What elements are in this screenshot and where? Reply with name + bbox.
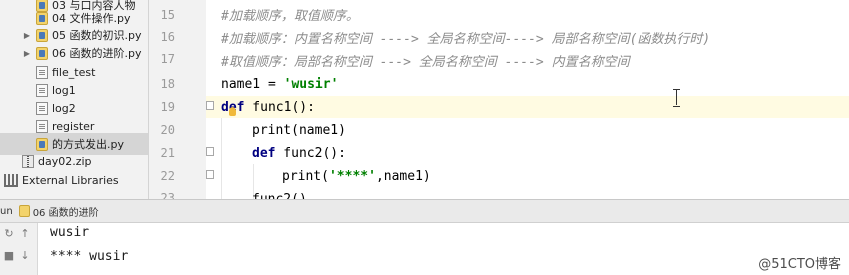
tree-item-label: log2 <box>52 101 76 115</box>
code-text: func1(): <box>244 99 315 115</box>
python-file-icon <box>36 11 48 25</box>
line-number: 20 <box>160 123 175 137</box>
text-file-icon <box>36 101 48 115</box>
keyword: def <box>252 145 276 161</box>
run-tab-title[interactable]: 06 函数的进阶 <box>33 204 99 219</box>
rerun-icon[interactable]: ↻ <box>2 227 16 241</box>
scroll-down-icon[interactable]: ↓ <box>18 249 32 263</box>
code-line: def func2(): <box>206 142 849 164</box>
python-file-icon <box>18 205 30 217</box>
code-line: #加载顺序：内置名称空间 ----> 全局名称空间----> 局部名称空间(函数… <box>206 26 849 48</box>
tree-item-label: 05 函数的初识.py <box>52 29 142 42</box>
code-text: print( <box>282 168 329 184</box>
lightbulb-icon[interactable] <box>229 107 236 116</box>
expand-arrow-icon[interactable]: ▶ <box>22 49 32 58</box>
tree-item-label: 06 函数的进阶.py <box>52 47 142 60</box>
text-cursor-icon <box>673 89 680 107</box>
run-panel-header: un 06 函数的进阶 <box>0 199 849 223</box>
line-number: 16 <box>160 30 175 44</box>
scroll-up-icon[interactable]: ↑ <box>18 227 32 241</box>
text-file-icon <box>36 119 48 133</box>
operator: = <box>260 76 284 92</box>
code-line: print(name1) <box>206 119 849 141</box>
line-number: 22 <box>160 169 175 183</box>
tree-item-label: day02.zip <box>38 154 92 168</box>
variable-name: name1 <box>221 76 261 92</box>
code-line: name1 = 'wusir' <box>206 73 849 95</box>
tree-item[interactable]: External Libraries <box>0 169 148 191</box>
code-text: func2(): <box>275 145 346 161</box>
string-literal: 'wusir' <box>283 76 339 92</box>
string-literal: '****' <box>328 168 376 184</box>
console-line: wusir <box>50 225 90 240</box>
code-line: print('****' ,name1) <box>206 165 849 187</box>
code-line: #取值顺序：局部名称空间 ---> 全局名称空间 ----> 内置名称空间 <box>206 49 849 71</box>
comment-text: #取值顺序：局部名称空间 ---> 全局名称空间 ----> 内置名称空间 <box>221 54 630 70</box>
python-file-icon <box>36 28 48 42</box>
comment-text: #加载顺序：内置名称空间 ----> 全局名称空间----> 局部名称空间(函数… <box>221 31 711 47</box>
tree-item-label: log1 <box>52 83 76 97</box>
run-label: un <box>0 205 13 217</box>
python-file-icon <box>36 46 48 60</box>
line-number: 21 <box>160 146 175 160</box>
line-number: 18 <box>160 77 175 91</box>
line-number: 19 <box>160 100 175 114</box>
watermark: @51CTO博客 <box>758 257 841 272</box>
line-number: 17 <box>160 52 175 66</box>
code-line: def func1(): <box>206 96 849 118</box>
code-text: print(name1) <box>252 122 346 138</box>
tree-item-label: External Libraries <box>22 173 119 187</box>
code-text: ,name1) <box>375 168 431 184</box>
tree-item-label: register <box>52 119 95 133</box>
text-file-icon <box>36 65 48 79</box>
zip-file-icon <box>22 154 34 168</box>
python-file-icon <box>36 137 48 151</box>
run-toolbar: ↻ ↑ ■ ↓ <box>0 223 38 275</box>
console-line: **** wusir <box>50 249 129 264</box>
expand-arrow-icon[interactable]: ▶ <box>22 31 32 40</box>
comment-text: #加载顺序，取值顺序。 <box>221 8 359 24</box>
console-output[interactable] <box>38 223 849 275</box>
text-file-icon <box>36 83 48 97</box>
stop-icon[interactable]: ■ <box>2 249 16 263</box>
project-tree: 03 与口内容人物 04 文件操作.py ▶ 05 函数的初识.py ▶ 06 … <box>0 0 149 199</box>
library-icon <box>4 173 18 187</box>
code-line: #加载顺序，取值顺序。 <box>206 3 849 25</box>
line-number: 15 <box>160 8 175 22</box>
tree-item-label: file_test <box>52 65 96 79</box>
